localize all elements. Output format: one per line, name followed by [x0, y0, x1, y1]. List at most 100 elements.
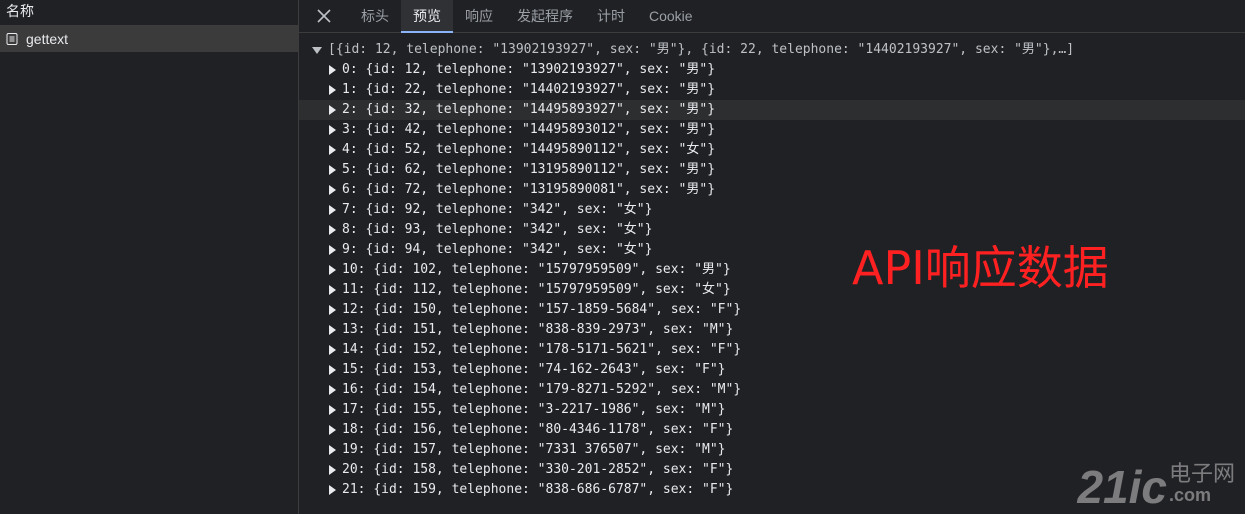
json-item-value: {id: 155, telephone: "3-2217-1986", sex:…: [373, 402, 726, 417]
json-item-value: {id: 93, telephone: "342", sex: "女"}: [365, 222, 653, 237]
json-item-value: {id: 151, telephone: "838-839-2973", sex…: [373, 322, 734, 337]
json-item-index: 16:: [342, 382, 366, 397]
json-item-value: {id: 12, telephone: "13902193927", sex: …: [365, 62, 716, 77]
tab-headers[interactable]: 标头: [349, 0, 401, 32]
json-root-row[interactable]: [{id: 12, telephone: "13902193927", sex:…: [299, 40, 1245, 60]
expand-triangle-icon[interactable]: [329, 385, 336, 395]
annotation-label: API响应数据: [852, 241, 1109, 295]
collapse-triangle-icon[interactable]: [312, 46, 322, 54]
expand-triangle-icon[interactable]: [329, 165, 336, 175]
json-item-value: {id: 112, telephone: "15797959509", sex:…: [373, 282, 731, 297]
expand-triangle-icon[interactable]: [329, 305, 336, 315]
json-item-index: 17:: [342, 402, 366, 417]
request-row-gettext[interactable]: gettext: [0, 26, 298, 52]
json-item-value: {id: 72, telephone: "13195890081", sex: …: [365, 182, 716, 197]
json-array-item-row[interactable]: 18: {id: 156, telephone: "80-4346-1178",…: [299, 420, 1245, 440]
expand-triangle-icon[interactable]: [329, 325, 336, 335]
json-item-index: 21:: [342, 482, 366, 497]
json-array-item-row[interactable]: 4: {id: 52, telephone: "14495890112", se…: [299, 140, 1245, 160]
expand-triangle-icon[interactable]: [329, 345, 336, 355]
json-item-index: 0:: [342, 62, 358, 77]
tab-initiator[interactable]: 发起程序: [505, 0, 585, 32]
json-array-item-row[interactable]: 15: {id: 153, telephone: "74-162-2643", …: [299, 360, 1245, 380]
json-item-value: {id: 150, telephone: "157-1859-5684", se…: [373, 302, 742, 317]
json-item-index: 2:: [342, 102, 358, 117]
expand-triangle-icon[interactable]: [329, 405, 336, 415]
name-column-header[interactable]: 名称: [0, 0, 298, 26]
json-item-value: {id: 157, telephone: "7331 376507", sex:…: [373, 442, 726, 457]
json-item-index: 5:: [342, 162, 358, 177]
json-item-value: {id: 92, telephone: "342", sex: "女"}: [365, 202, 653, 217]
watermark-com: .com: [1168, 485, 1211, 505]
json-item-value: {id: 52, telephone: "14495890112", sex: …: [365, 142, 716, 157]
watermark-cn: 电子网: [1168, 461, 1235, 486]
expand-triangle-icon[interactable]: [329, 465, 336, 475]
json-array-item-row[interactable]: 16: {id: 154, telephone: "179-8271-5292"…: [299, 380, 1245, 400]
json-array-item-row[interactable]: 6: {id: 72, telephone: "13195890081", se…: [299, 180, 1245, 200]
expand-triangle-icon[interactable]: [329, 485, 336, 495]
json-item-value: {id: 94, telephone: "342", sex: "女"}: [365, 242, 653, 257]
json-array-item-row[interactable]: 1: {id: 22, telephone: "14402193927", se…: [299, 80, 1245, 100]
expand-triangle-icon[interactable]: [329, 245, 336, 255]
json-item-value: {id: 42, telephone: "14495893012", sex: …: [365, 122, 716, 137]
json-item-value: {id: 153, telephone: "74-162-2643", sex:…: [373, 362, 726, 377]
request-list-panel: 名称 gettext: [0, 0, 299, 514]
json-array-item-row[interactable]: 0: {id: 12, telephone: "13902193927", se…: [299, 60, 1245, 80]
expand-triangle-icon[interactable]: [329, 225, 336, 235]
json-item-index: 19:: [342, 442, 366, 457]
json-item-value: {id: 156, telephone: "80-4346-1178", sex…: [373, 422, 734, 437]
expand-triangle-icon[interactable]: [329, 265, 336, 275]
expand-triangle-icon[interactable]: [329, 285, 336, 295]
json-item-index: 7:: [342, 202, 358, 217]
json-item-index: 13:: [342, 322, 366, 337]
json-array-item-row[interactable]: 3: {id: 42, telephone: "14495893012", se…: [299, 120, 1245, 140]
json-item-index: 6:: [342, 182, 358, 197]
expand-triangle-icon[interactable]: [329, 425, 336, 435]
tab-response[interactable]: 响应: [453, 0, 505, 32]
json-item-index: 12:: [342, 302, 366, 317]
json-item-index: 20:: [342, 462, 366, 477]
json-item-value: {id: 32, telephone: "14495893927", sex: …: [365, 102, 716, 117]
expand-triangle-icon[interactable]: [329, 85, 336, 95]
json-item-value: {id: 154, telephone: "179-8271-5292", se…: [373, 382, 742, 397]
tab-preview[interactable]: 预览: [401, 0, 453, 33]
json-item-value: {id: 62, telephone: "13195890112", sex: …: [365, 162, 716, 177]
json-item-index: 15:: [342, 362, 366, 377]
json-item-index: 1:: [342, 82, 358, 97]
request-name: gettext: [26, 31, 69, 47]
json-array-item-row[interactable]: 14: {id: 152, telephone: "178-5171-5621"…: [299, 340, 1245, 360]
expand-triangle-icon[interactable]: [329, 125, 336, 135]
json-item-index: 14:: [342, 342, 366, 357]
json-array-item-row[interactable]: 2: {id: 32, telephone: "14495893927", se…: [299, 100, 1245, 120]
json-item-index: 18:: [342, 422, 366, 437]
json-item-value: {id: 22, telephone: "14402193927", sex: …: [365, 82, 716, 97]
expand-triangle-icon[interactable]: [329, 145, 336, 155]
expand-triangle-icon[interactable]: [329, 445, 336, 455]
expand-triangle-icon[interactable]: [329, 205, 336, 215]
json-item-index: 3:: [342, 122, 358, 137]
json-item-index: 9:: [342, 242, 358, 257]
json-item-index: 11:: [342, 282, 366, 297]
json-item-index: 4:: [342, 142, 358, 157]
json-item-value: {id: 159, telephone: "838-686-6787", sex…: [373, 482, 734, 497]
json-item-index: 10:: [342, 262, 366, 277]
json-array-item-row[interactable]: 5: {id: 62, telephone: "13195890112", se…: [299, 160, 1245, 180]
json-item-index: 8:: [342, 222, 358, 237]
json-item-value: {id: 158, telephone: "330-201-2852", sex…: [373, 462, 734, 477]
expand-triangle-icon[interactable]: [329, 365, 336, 375]
watermark-main: 21ic: [1077, 461, 1167, 513]
site-watermark: 21ic 电子网 .com: [1077, 461, 1235, 513]
expand-triangle-icon[interactable]: [329, 105, 336, 115]
json-array-item-row[interactable]: 17: {id: 155, telephone: "3-2217-1986", …: [299, 400, 1245, 420]
expand-triangle-icon[interactable]: [329, 65, 336, 75]
json-item-value: {id: 102, telephone: "15797959509", sex:…: [373, 262, 731, 277]
json-root-summary: [{id: 12, telephone: "13902193927", sex:…: [328, 42, 1075, 57]
close-button[interactable]: [299, 0, 349, 32]
tab-cookies[interactable]: Cookie: [637, 0, 705, 32]
tab-timing[interactable]: 计时: [585, 0, 637, 32]
json-array-item-row[interactable]: 13: {id: 151, telephone: "838-839-2973",…: [299, 320, 1245, 340]
expand-triangle-icon[interactable]: [329, 185, 336, 195]
json-array-item-row[interactable]: 12: {id: 150, telephone: "157-1859-5684"…: [299, 300, 1245, 320]
json-array-item-row[interactable]: 7: {id: 92, telephone: "342", sex: "女"}: [299, 200, 1245, 220]
json-array-item-row[interactable]: 19: {id: 157, telephone: "7331 376507", …: [299, 440, 1245, 460]
